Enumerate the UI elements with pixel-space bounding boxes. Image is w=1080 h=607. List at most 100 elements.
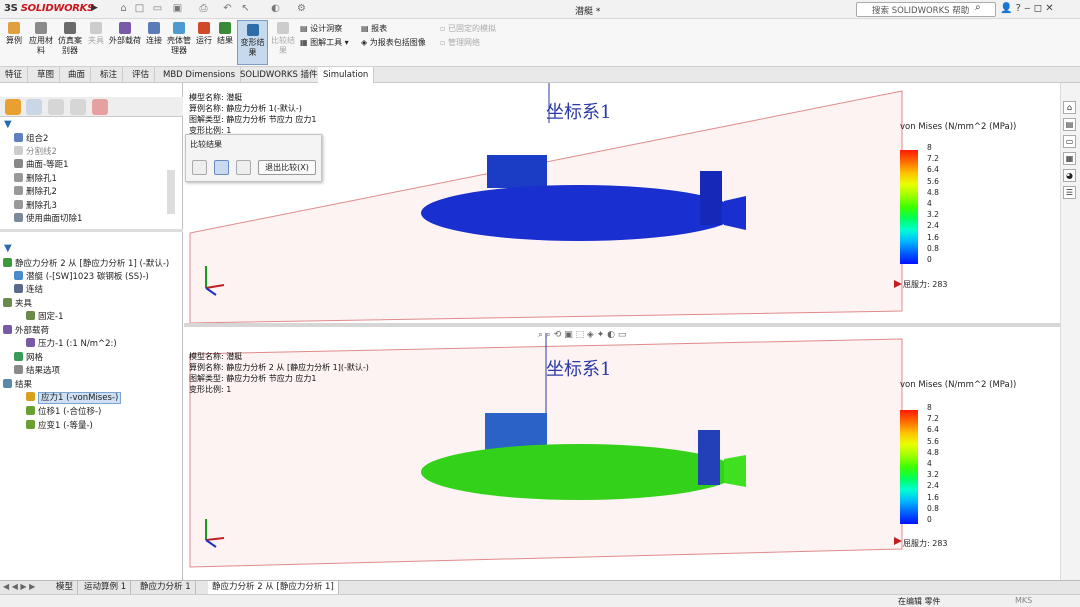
- study-body-item[interactable]: 潜艇 (-[SW]1023 碳钢板 (SS)-): [14, 271, 149, 284]
- units-indicator[interactable]: MKS: [1015, 596, 1032, 605]
- compare-quad-icon[interactable]: [236, 160, 251, 175]
- connection-icon: [148, 22, 160, 34]
- view-palette-icon[interactable]: ▦: [1063, 152, 1076, 165]
- pressure-item[interactable]: 压力-1 (:1 N/m^2:): [26, 338, 117, 351]
- external-loads-button[interactable]: 外部载荷: [108, 22, 142, 46]
- restore-icon[interactable]: ◻: [1034, 3, 1042, 14]
- design-study-button[interactable]: ▤ 设计洞察: [300, 24, 342, 34]
- study-button[interactable]: 算例: [3, 22, 25, 46]
- external-loads-item[interactable]: 外部载荷: [3, 325, 49, 338]
- fixed-icon: [26, 311, 35, 320]
- tab-scroll-arrows[interactable]: ◀ ◀ ▶ ▶: [3, 582, 35, 591]
- tree-item-surface-cut1[interactable]: 使用曲面切除1: [14, 213, 82, 226]
- study-icon: [8, 22, 20, 34]
- tab-mbd-dimensions[interactable]: MBD Dimensions: [158, 67, 242, 83]
- search-icon[interactable]: ⌕: [975, 2, 981, 13]
- menu-arrow-icon[interactable]: ▶: [91, 3, 98, 13]
- select-icon[interactable]: ↖: [240, 3, 251, 14]
- fixtures-button[interactable]: 夹具: [87, 22, 105, 46]
- help-icon[interactable]: ?: [1016, 3, 1021, 14]
- undo-icon[interactable]: ↶: [222, 3, 233, 14]
- connections-item[interactable]: 连结: [14, 284, 43, 297]
- tab-sketch[interactable]: 草图: [32, 67, 61, 83]
- report-button[interactable]: ▤ 报表: [361, 24, 387, 34]
- compare-single-icon[interactable]: [192, 160, 207, 175]
- results-folder[interactable]: 结果: [3, 379, 32, 392]
- fixed-item[interactable]: 固定-1: [26, 311, 63, 324]
- delete-hole-icon: [14, 186, 23, 195]
- study-filter-icon[interactable]: ▼: [4, 243, 12, 254]
- tree-item-delete-hole1[interactable]: 删除孔1: [14, 173, 57, 186]
- tab-solidworks-addins[interactable]: SOLIDWORKS 插件: [235, 67, 324, 83]
- bottom-legend-title: von Mises (N/mm^2 (MPa)): [900, 380, 1017, 390]
- run-button[interactable]: 运行: [195, 22, 213, 46]
- include-image-button[interactable]: ◈ 为报表包括图像: [361, 38, 426, 48]
- save-icon[interactable]: ▣: [172, 3, 183, 14]
- config-tab-icon[interactable]: [48, 99, 64, 115]
- tree-item-offset-surface1[interactable]: 曲面-等距1: [14, 159, 68, 172]
- close-icon[interactable]: ✕: [1045, 3, 1053, 14]
- new-file-icon[interactable]: □: [134, 3, 145, 14]
- connections-button[interactable]: 连接: [145, 22, 163, 46]
- plot-tools-button[interactable]: ▦ 图解工具 ▾: [300, 38, 349, 48]
- deformed-result-button[interactable]: 变形结果: [237, 20, 268, 65]
- tree-item-delete-hole2[interactable]: 删除孔2: [14, 186, 57, 199]
- study-root[interactable]: 静应力分析 2 从 [静应力分析 1] (-默认-): [3, 258, 169, 271]
- dimxpert-tab-icon[interactable]: [70, 99, 86, 115]
- results-button[interactable]: 结果: [216, 22, 234, 46]
- stress-plot-item[interactable]: 应力1 (-vonMises-): [26, 392, 122, 405]
- mesh-solver-button[interactable]: 仿真案别器: [56, 22, 84, 56]
- tab-evaluate[interactable]: 评估: [127, 67, 156, 83]
- feature-tree-tab-icon[interactable]: [5, 99, 21, 115]
- run-icon: [198, 22, 210, 34]
- fixtures-item[interactable]: 夹具: [3, 298, 32, 311]
- top-legend-bar: [900, 150, 918, 264]
- shell-manager-button[interactable]: 壳体管理器: [165, 22, 193, 56]
- displacement-plot-item[interactable]: 位移1 (-合位移-): [26, 406, 101, 419]
- strain-plot-item[interactable]: 应变1 (-等量-): [26, 420, 93, 433]
- tab-simulation[interactable]: Simulation: [318, 67, 375, 83]
- heads-up-view-toolbar[interactable]: ⌕ ⌕ ⟲ ▣ ⬚ ◈ ✦ ◐ ▭: [538, 330, 626, 340]
- tree-scrollbar[interactable]: [167, 170, 175, 214]
- connection-icon: [14, 284, 23, 293]
- home-icon[interactable]: ⌂: [118, 3, 129, 14]
- tree-item-splitline2[interactable]: 分割线2: [14, 146, 57, 159]
- user-icon[interactable]: 👤: [1000, 3, 1012, 14]
- rebuild-icon[interactable]: ◐: [270, 3, 281, 14]
- bottom-tab-motion-study[interactable]: 运动算例 1: [80, 581, 132, 594]
- result-options-item[interactable]: 结果选项: [14, 365, 60, 378]
- resources-home-icon[interactable]: ⌂: [1063, 101, 1076, 114]
- custom-properties-icon[interactable]: ☰: [1063, 186, 1076, 199]
- legend-tick: 4: [927, 459, 932, 468]
- appearances-icon[interactable]: ◕: [1063, 169, 1076, 182]
- file-explorer-icon[interactable]: ▭: [1063, 135, 1076, 148]
- tab-features[interactable]: 特征: [0, 67, 29, 83]
- apply-material-button[interactable]: 应用材料: [28, 22, 54, 56]
- exit-compare-button[interactable]: 退出比较(X): [258, 160, 316, 175]
- mesh-item[interactable]: 网格: [14, 352, 43, 365]
- bottom-tab-static-study-1[interactable]: 静应力分析 1: [136, 581, 196, 594]
- bottom-tab-static-study-2[interactable]: 静应力分析 2 从 [静应力分析 1]: [208, 581, 339, 594]
- tab-markup[interactable]: 标注: [95, 67, 124, 83]
- compare-icon: [277, 22, 289, 34]
- solidworks-logo[interactable]: 3S SOLIDWORKS: [4, 3, 94, 14]
- tab-surfaces[interactable]: 曲面: [63, 67, 92, 83]
- open-file-icon[interactable]: ▭: [152, 3, 163, 14]
- load-icon: [3, 325, 12, 334]
- bottom-tab-model[interactable]: 模型: [52, 581, 79, 594]
- print-icon[interactable]: ⎙: [198, 3, 209, 14]
- filter-icon[interactable]: ▼: [4, 119, 12, 130]
- compare-results-button[interactable]: 比较结果: [270, 22, 296, 56]
- options-gear-icon[interactable]: ⚙: [296, 3, 307, 14]
- property-tab-icon[interactable]: [26, 99, 42, 115]
- deactivated-options-button[interactable]: ▫ 已固定的模拟: [440, 24, 496, 34]
- tree-item-combine2[interactable]: 组合2: [14, 133, 48, 146]
- compare-split-icon[interactable]: [214, 160, 229, 175]
- legend-tick: 6.4: [927, 165, 939, 175]
- manage-network-button[interactable]: ▫ 管理网络: [440, 38, 480, 48]
- design-library-icon[interactable]: ▤: [1063, 118, 1076, 131]
- display-tab-icon[interactable]: [92, 99, 108, 115]
- tree-item-delete-hole3[interactable]: 删除孔3: [14, 200, 57, 213]
- panel-splitter[interactable]: [0, 229, 183, 232]
- minimize-icon[interactable]: ‒: [1024, 3, 1030, 14]
